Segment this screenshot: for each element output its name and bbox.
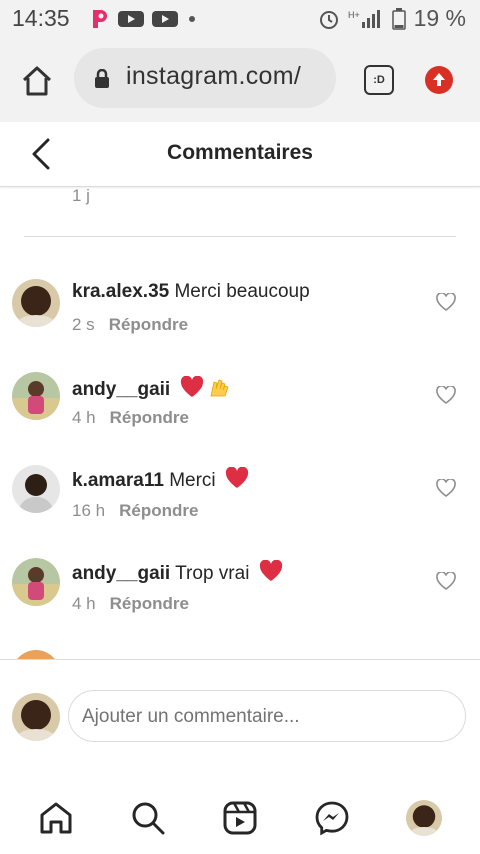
battery-icon <box>391 7 406 30</box>
bottom-nav <box>0 782 480 854</box>
alarm-icon <box>319 10 338 29</box>
comment-input[interactable]: Ajouter un commentaire... <box>68 690 466 742</box>
svg-text:H+: H+ <box>348 10 360 20</box>
comment-emoji <box>176 376 234 400</box>
lock-icon <box>95 69 109 88</box>
comment-item: k.amara11 Merci 16 h Répondre <box>0 465 480 545</box>
comment-text: andy__gaii <box>72 374 234 401</box>
avatar <box>12 693 60 741</box>
comment-username[interactable]: andy__gaii <box>72 563 170 584</box>
like-heart-icon[interactable] <box>436 386 456 404</box>
comment-time: 4 h <box>72 408 96 427</box>
avatar[interactable] <box>12 372 60 420</box>
status-bar: 14:35 H+ 19 % <box>0 0 480 38</box>
comment-text: kra.alex.35 Merci beaucoup <box>72 281 310 303</box>
reply-button[interactable]: Répondre <box>109 315 188 334</box>
status-time: 14:35 <box>12 5 70 31</box>
comment-body <box>170 379 175 400</box>
red-heart-icon <box>259 560 282 581</box>
search-icon[interactable] <box>130 800 166 836</box>
comment-body: Merci beaucoup <box>169 281 310 302</box>
browser-toolbar: instagram.com/ :D <box>0 38 480 122</box>
dot-icon <box>189 16 195 22</box>
system-icons: H+ 19 % <box>318 5 466 32</box>
comment-meta: 4 h Répondre <box>72 408 189 428</box>
comment-username[interactable]: kra.alex.35 <box>72 281 169 302</box>
tab-switcher-button[interactable]: :D <box>364 65 394 95</box>
p-app-icon <box>93 10 107 28</box>
comment-body: Merci <box>163 470 221 491</box>
youtube-icon <box>152 11 178 27</box>
battery-percent: 19 % <box>413 5 466 31</box>
address-bar[interactable]: instagram.com/ <box>74 48 336 108</box>
notification-icons <box>90 8 198 30</box>
avatar[interactable] <box>12 279 60 327</box>
comments-header: Commentaires <box>0 122 480 187</box>
comment-username[interactable]: k.amara11 <box>72 470 164 491</box>
reply-button[interactable]: Répondre <box>119 501 198 520</box>
profile-avatar[interactable] <box>406 800 442 836</box>
comment-item: andy__gaii Trop vrai 4 h Répondre <box>0 558 480 638</box>
reels-icon[interactable] <box>222 800 258 836</box>
like-heart-icon[interactable] <box>436 572 456 590</box>
avatar[interactable] <box>12 465 60 513</box>
comment-time: 4 h <box>72 594 96 613</box>
comment-composer: Ajouter un commentaire... <box>0 659 480 783</box>
reply-button[interactable]: Répondre <box>110 408 189 427</box>
home-icon[interactable] <box>20 64 54 98</box>
comment-item: kra.alex.35 Merci beaucoup 2 s Répondre <box>0 279 480 359</box>
update-icon[interactable] <box>425 66 453 94</box>
like-heart-icon[interactable] <box>436 293 456 311</box>
red-heart-icon <box>180 376 203 397</box>
signal-icon: H+ <box>348 9 380 28</box>
comment-item: andy__gaii 4 h Répondre <box>0 372 480 452</box>
home-icon[interactable] <box>38 800 74 836</box>
comment-time: 2 s <box>72 315 95 334</box>
comment-text: andy__gaii Trop vrai <box>72 560 283 585</box>
avatar[interactable] <box>12 558 60 606</box>
comment-input-placeholder: Ajouter un commentaire... <box>82 706 300 727</box>
red-heart-icon <box>225 467 249 488</box>
comment-text: k.amara11 Merci <box>72 467 249 492</box>
comment-time: 16 h <box>72 501 106 520</box>
divider <box>24 236 456 237</box>
reply-button[interactable]: Répondre <box>110 594 189 613</box>
raised-hands-icon <box>210 379 229 397</box>
youtube-icon <box>118 11 144 27</box>
previous-comment-time: 1 j <box>72 186 90 205</box>
comment-meta: 2 s Répondre <box>72 315 188 335</box>
comment-meta: 16 h Répondre <box>72 501 198 521</box>
like-heart-icon[interactable] <box>436 479 456 497</box>
url-text: instagram.com/ <box>126 62 302 90</box>
page-title: Commentaires <box>167 141 313 164</box>
messenger-icon[interactable] <box>314 800 350 836</box>
comment-meta: 4 h Répondre <box>72 594 189 614</box>
comment-username[interactable]: andy__gaii <box>72 379 170 400</box>
comment-body: Trop vrai <box>170 563 255 584</box>
